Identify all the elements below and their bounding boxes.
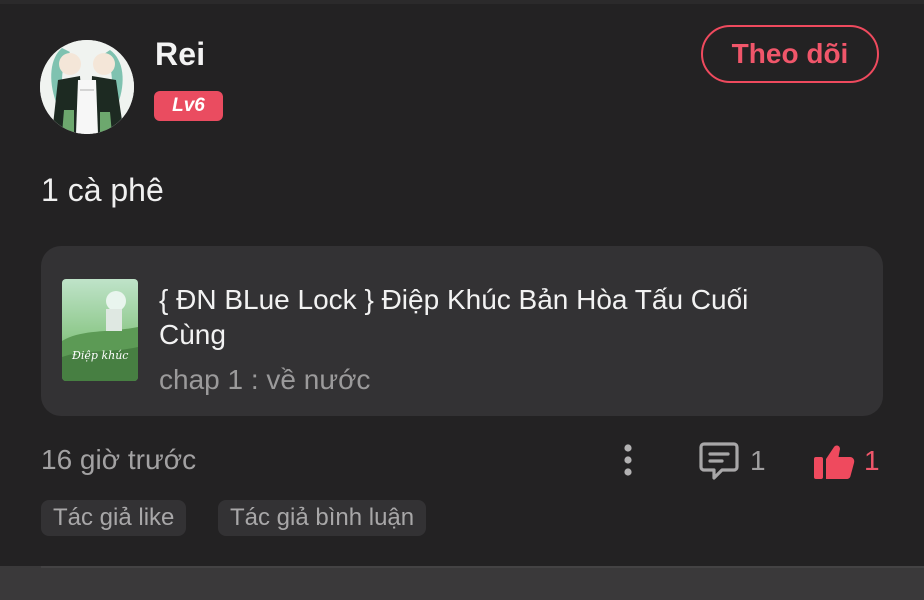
follow-button[interactable]: Theo dõi [701,25,879,83]
divider-line [41,566,924,568]
author-name[interactable]: Rei [155,36,205,73]
story-cover: Điệp khúc [62,279,138,381]
tag-author-commented: Tác giả bình luận [218,500,427,536]
post-text: 1 cà phê [41,172,164,208]
avatar-illustration [40,40,134,134]
story-card[interactable]: Điệp khúc { ĐN BLue Lock } Điệp Khúc Bản… [41,246,883,416]
cover-title: Điệp khúc [71,349,128,362]
comment-button[interactable]: 1 [698,438,766,484]
like-button[interactable]: 1 [812,438,880,484]
tag-author-liked: Tác giả like [41,500,187,536]
thumbs-up-icon [814,445,855,479]
more-vertical-icon [624,444,632,476]
level-badge: Lv6 [154,91,223,121]
avatar[interactable] [40,40,134,134]
post-timestamp: 16 giờ trước [41,444,197,475]
story-title: { ĐN BLue Lock } Điệp Khúc Bản Hòa Tấu C… [159,284,749,350]
more-options-button[interactable] [614,440,642,480]
top-divider [0,0,924,4]
section-divider [0,566,924,600]
comment-icon [699,442,739,480]
like-count: 1 [864,445,880,476]
comment-count: 1 [750,445,766,476]
story-chapter: chap 1 : về nước [159,364,371,395]
cover-illustration: Điệp khúc [62,279,138,381]
